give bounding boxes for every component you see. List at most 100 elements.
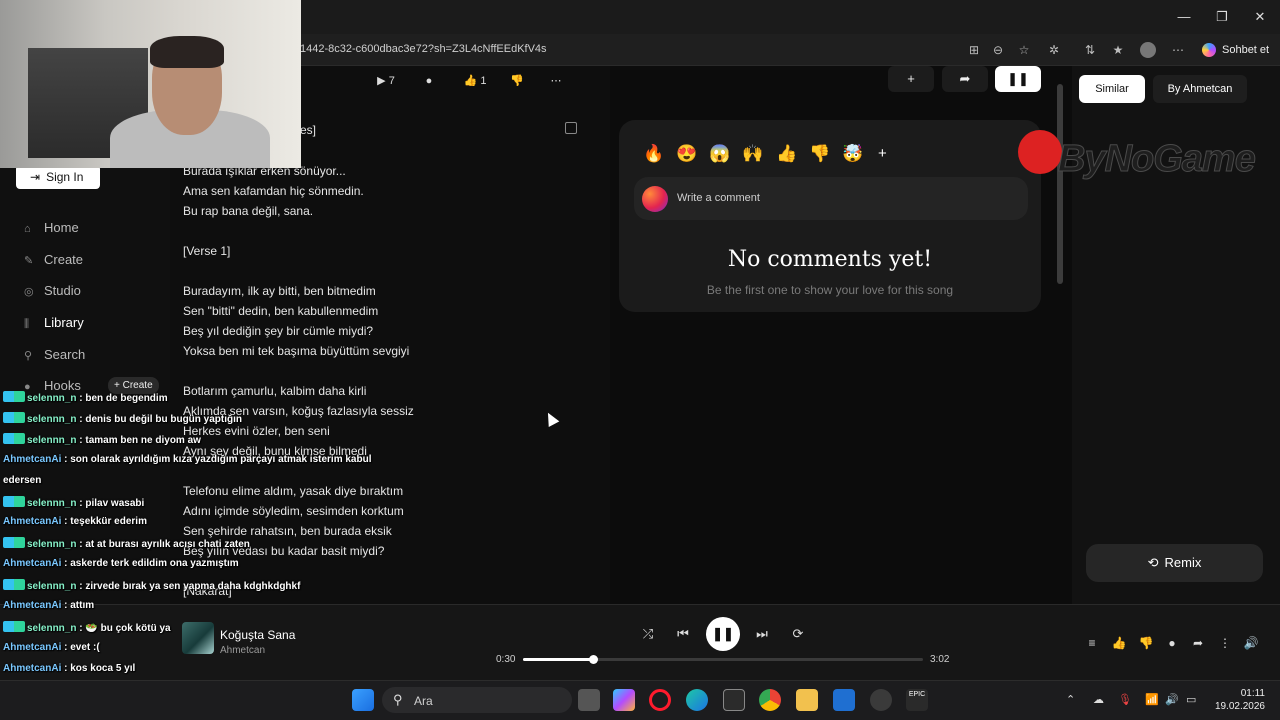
sidebar-item-home[interactable]: ⌂ Home	[24, 220, 79, 235]
sidebar-item-studio[interactable]: ◎ Studio	[24, 283, 81, 298]
browser-menu-icon[interactable]: ⋯	[1170, 42, 1186, 58]
apps-icon[interactable]: ⊞	[966, 42, 982, 58]
lyric-line: Telefonu elime aldım, yasak diye bıraktı…	[183, 484, 404, 498]
shuffle-button[interactable]: ⤮	[638, 624, 658, 644]
thumbs-up-reaction-icon[interactable]: 👍	[776, 144, 797, 164]
sidebar-item-label: Library	[44, 315, 84, 330]
repeat-button[interactable]: ⟳	[788, 624, 808, 644]
sidebar-item-create[interactable]: ✎ Create	[24, 252, 83, 267]
file-explorer-icon[interactable]	[796, 689, 818, 711]
chat-message: selennn_n : at at burası ayrılık acısı c…	[3, 537, 250, 550]
play-count-button[interactable]: ▶ 7	[368, 71, 404, 91]
windows-start-icon[interactable]	[352, 689, 374, 711]
share-button[interactable]: ➦	[942, 66, 988, 92]
wifi-icon[interactable]: 📶	[1145, 693, 1159, 706]
clock-time: 01:11	[1240, 688, 1265, 699]
chat-text: : evet :(	[64, 641, 100, 653]
comment-placeholder[interactable]: Write a comment	[677, 192, 760, 204]
mind-blown-reaction-icon[interactable]: 🤯	[842, 144, 863, 164]
thumbs-down-icon: 👎	[510, 75, 524, 87]
task-view-icon[interactable]	[578, 689, 600, 711]
reading-list-icon[interactable]: ⇅	[1082, 42, 1098, 58]
share-icon: ➦	[959, 71, 971, 86]
taskbar-search[interactable]	[382, 687, 572, 713]
sidebar-item-search[interactable]: ⚲ Search	[24, 347, 85, 362]
like-icon[interactable]: 👍	[1110, 634, 1128, 652]
more-options-icon[interactable]: ⊖	[990, 42, 1006, 58]
progress-slider[interactable]	[523, 658, 923, 661]
url-text[interactable]: 1442-8c32-c600dbac3e72?sh=Z3L4cNffEEdKfV…	[300, 43, 547, 55]
dislike-icon[interactable]: 👎	[1137, 634, 1155, 652]
chat-message: AhmetcanAi : son olarak ayrıldığım kıza …	[3, 454, 371, 465]
raised-hands-reaction-icon[interactable]: 🙌	[742, 144, 763, 164]
close-button[interactable]: ✕	[1250, 8, 1270, 26]
chat-text: : attım	[64, 600, 95, 611]
comment-icon[interactable]: ●	[1163, 634, 1181, 652]
lyric-line: Adını içimde söyledim, sesimden korktum	[183, 504, 404, 518]
tray-chevron-icon[interactable]: ⌃	[1066, 693, 1075, 706]
mail-icon[interactable]	[833, 689, 855, 711]
sign-in-button[interactable]: ⇥ Sign In	[16, 165, 100, 189]
chat-text: : son olarak ayrıldığım kıza yazdığım pa…	[64, 453, 372, 465]
song-cover[interactable]	[182, 622, 214, 654]
maximize-button[interactable]: ❐	[1212, 8, 1232, 26]
more-button[interactable]: ⋯	[544, 71, 568, 91]
plus-icon: +	[907, 71, 915, 86]
tab-by-artist[interactable]: By Ahmetcan	[1153, 75, 1247, 103]
play-pause-button[interactable]: ❚❚	[706, 617, 740, 651]
opera-icon[interactable]	[649, 689, 671, 711]
taskbar-clock[interactable]: 01:11 19.02.2026	[1213, 687, 1265, 713]
next-button[interactable]: ⏭	[752, 624, 772, 644]
copy-lyrics-icon[interactable]	[565, 122, 577, 134]
lyric-line: Herkes evini özler, ben seni	[183, 424, 330, 438]
add-reaction-icon[interactable]: +	[878, 145, 887, 162]
chat-message: selennn_n : zirvede bırak ya sen yapma d…	[3, 579, 300, 592]
sound-icon[interactable]: 🔊	[1165, 693, 1179, 706]
pause-top-button[interactable]: ❚❚	[995, 66, 1041, 92]
favorite-star-icon[interactable]: ☆	[1016, 42, 1032, 58]
microphone-icon[interactable]: 🎙	[1118, 693, 1132, 706]
more-icon[interactable]: ⋮	[1216, 634, 1234, 652]
clock-date: 19.02.2026	[1214, 701, 1265, 712]
player-song-title[interactable]: Koğuşta Sana	[220, 628, 295, 642]
copilot-button[interactable]: Sohbet et	[1198, 40, 1277, 60]
favorites-icon[interactable]: ★	[1110, 42, 1126, 58]
sidebar-item-library[interactable]: ⫼ Library	[24, 315, 84, 331]
chrome-icon[interactable]	[759, 689, 781, 711]
chat-badge-icon	[3, 391, 25, 402]
heart-eyes-reaction-icon[interactable]: 😍	[676, 144, 697, 164]
chat-text: : 🥗 bu çok kötü ya	[79, 622, 171, 634]
queue-icon[interactable]: ≡	[1083, 634, 1101, 652]
lyric-line: es]	[300, 123, 317, 137]
chat-text: : zirvede bırak ya sen yapma daha kdghkd…	[79, 581, 301, 593]
steam-icon[interactable]	[870, 689, 892, 711]
extensions-icon[interactable]: ✲	[1046, 42, 1062, 58]
like-button[interactable]: 👍 1	[458, 71, 492, 91]
volume-icon[interactable]: 🔊	[1242, 634, 1260, 652]
previous-button[interactable]: ⏮	[673, 624, 693, 644]
comment-button[interactable]: ●	[418, 71, 440, 91]
scream-reaction-icon[interactable]: 😱	[709, 144, 730, 164]
add-button[interactable]: +	[888, 66, 934, 92]
minimize-button[interactable]: —	[1174, 8, 1194, 26]
battery-icon[interactable]: ▭	[1186, 693, 1196, 706]
taskbar-search-label[interactable]: Ara	[414, 694, 433, 708]
copilot-taskbar-icon[interactable]	[613, 689, 635, 711]
dislike-button[interactable]: 👎	[506, 71, 528, 91]
tray-app-icon[interactable]: ☁	[1093, 693, 1104, 706]
player-song-artist[interactable]: Ahmetcan	[220, 645, 265, 656]
edge-icon[interactable]	[686, 689, 708, 711]
scrollbar-thumb[interactable]	[1057, 84, 1063, 284]
store-icon[interactable]	[723, 689, 745, 711]
remix-button[interactable]: ⟲ Remix	[1086, 544, 1263, 582]
epic-games-icon[interactable]: EPIC	[906, 689, 928, 711]
fire-reaction-icon[interactable]: 🔥	[643, 144, 664, 164]
thumbs-down-reaction-icon[interactable]: 👎	[809, 144, 830, 164]
lyric-section-label: [Verse 1]	[183, 244, 231, 258]
profile-avatar[interactable]	[1140, 42, 1156, 58]
tab-similar[interactable]: Similar	[1079, 75, 1145, 103]
chat-message: selennn_n : denis bu değil bu bugün yapt…	[3, 411, 242, 425]
create-icon: ✎	[24, 255, 34, 267]
chat-username: AhmetcanAi	[3, 516, 62, 528]
share-icon[interactable]: ➦	[1189, 634, 1207, 652]
